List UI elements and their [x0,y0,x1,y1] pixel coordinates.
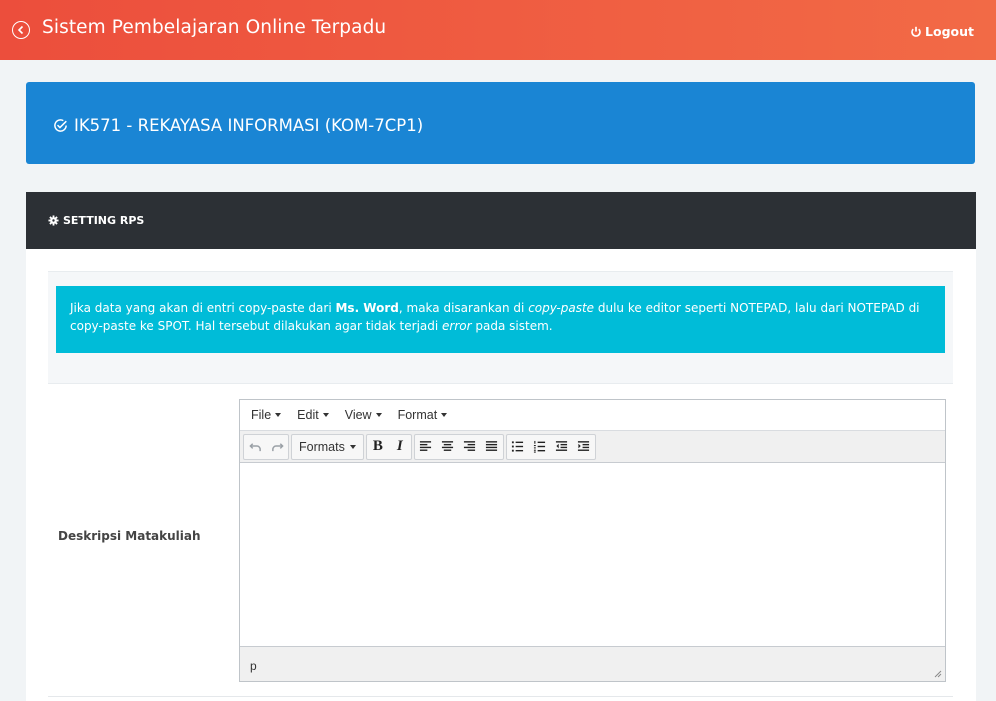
chevron-down-icon [275,413,282,417]
editor-content-area[interactable] [240,463,945,646]
chevron-down-icon [441,413,448,417]
numbered-list-button[interactable] [529,435,551,459]
bullet-list-button[interactable] [507,435,529,459]
notice-text: , maka disarankan di [398,301,529,315]
editor-statusbar: p [240,646,945,681]
numbered-list-icon [534,440,546,453]
panel-title: SETTING RPS [48,214,144,227]
editor-toolbar: Formats B I [240,431,945,463]
chevron-down-icon [322,413,329,417]
outdent-button[interactable] [551,435,573,459]
panel-title-text: SETTING RPS [63,214,145,227]
menu-view[interactable]: View [339,408,392,422]
notice-text: Jika data yang akan di entri copy-paste … [70,301,336,315]
align-justify-button[interactable] [481,435,503,459]
notice-alert: Jika data yang akan di entri copy-paste … [56,286,945,353]
menu-format[interactable]: Format [392,408,458,422]
undo-icon [248,443,261,452]
top-navbar: Sistem Pembelajaran Online Terpadu Logou… [0,0,996,60]
indent-button[interactable] [573,435,595,459]
align-justify-icon [486,441,498,451]
bold-button[interactable]: B [367,435,389,459]
notice-text: pada sistem. [471,319,553,333]
menu-edit[interactable]: Edit [291,408,339,422]
indent-icon [578,441,590,451]
formats-group: Formats [291,433,364,460]
align-group [413,433,504,460]
undo-button[interactable] [244,435,266,459]
menu-view-label: View [344,408,372,422]
align-right-icon [464,441,476,451]
formats-label: Formats [299,439,345,454]
notice-italic: copy-paste [528,301,595,315]
element-path[interactable]: p [250,659,257,673]
redo-button[interactable] [266,435,288,459]
menu-edit-label: Edit [297,408,319,422]
logout-button[interactable]: Logout [910,24,974,39]
panel-header: SETTING RPS [26,192,976,249]
course-title: IK571 - REKAYASA INFORMASI (KOM-7CP1) [53,116,423,135]
outdent-icon [556,441,568,451]
menu-file-label: File [251,408,272,422]
align-left-icon [420,441,432,451]
chevron-down-icon [349,444,356,449]
notice-bold: Ms. Word [335,301,399,315]
style-group: B I [365,433,412,460]
bullet-list-icon [512,441,524,452]
chevron-down-icon [375,413,382,417]
notice-section: Jika data yang akan di entri copy-paste … [48,271,953,384]
app-title: Sistem Pembelajaran Online Terpadu [42,17,387,38]
align-left-button[interactable] [415,435,437,459]
history-group [243,433,289,460]
course-title-text: IK571 - REKAYASA INFORMASI (KOM-7CP1) [74,116,424,135]
field-label-deskripsi: Deskripsi Matakuliah [58,529,201,543]
back-arrow-icon[interactable] [12,21,30,39]
redo-icon [271,443,284,452]
editor-menubar: File Edit View Format [240,400,945,431]
formats-dropdown[interactable]: Formats [292,435,363,459]
notice-italic: error [442,319,472,333]
list-group [505,433,596,460]
align-center-button[interactable] [437,435,459,459]
italic-button[interactable]: I [389,435,411,459]
resize-handle-icon[interactable] [933,669,942,678]
course-banner: IK571 - REKAYASA INFORMASI (KOM-7CP1) [26,82,975,164]
panel-body: Jika data yang akan di entri copy-paste … [26,249,976,701]
logout-label: Logout [925,24,974,39]
align-right-button[interactable] [459,435,481,459]
gear-icon [48,215,59,226]
align-center-icon [442,441,454,451]
circle-check-icon [54,119,67,132]
rich-text-editor: File Edit View Format Formats B I p [239,399,946,682]
menu-format-label: Format [397,408,438,422]
form-row-deskripsi: Deskripsi Matakuliah File Edit View Form… [48,384,953,697]
menu-file[interactable]: File [245,408,291,422]
power-icon [911,26,921,37]
